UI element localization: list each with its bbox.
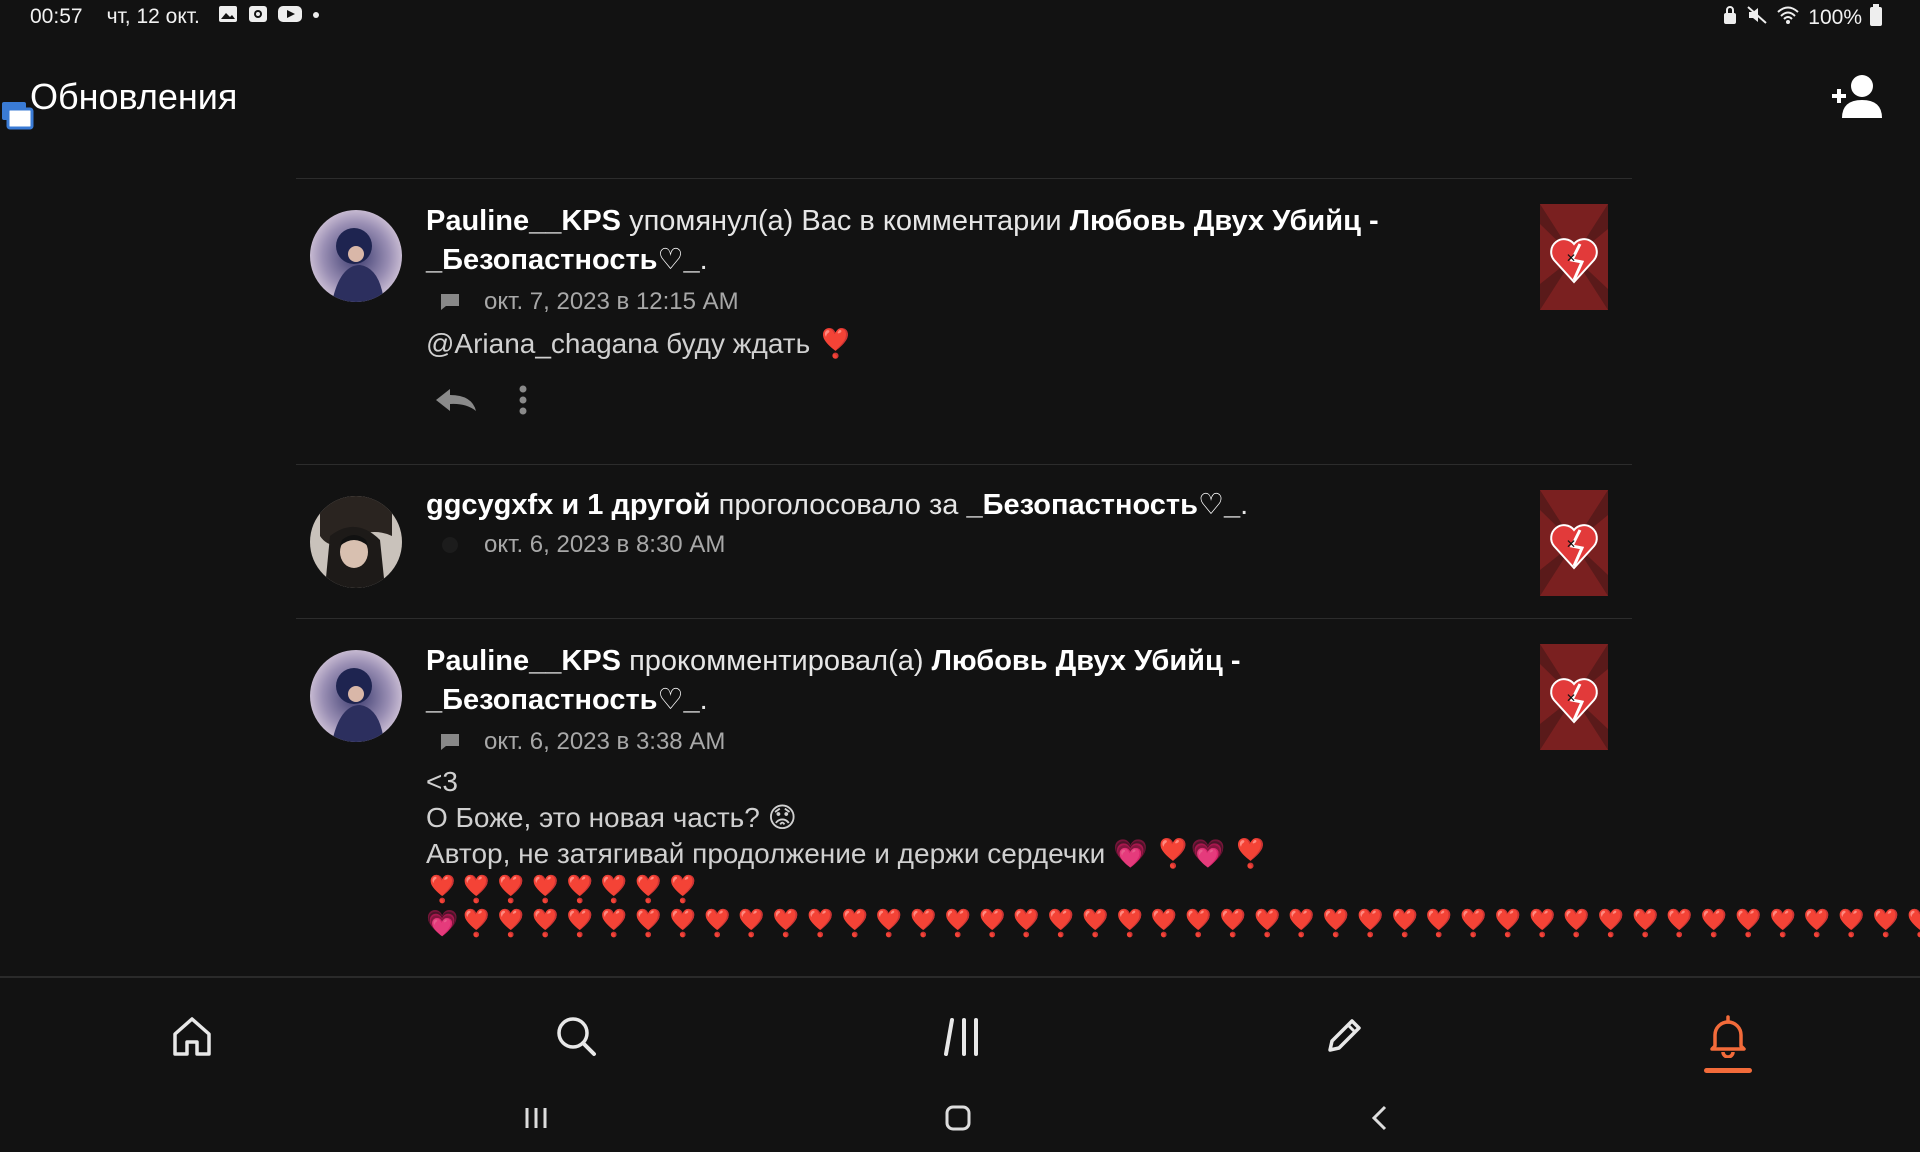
notification-time: окт. 7, 2023 в 12:15 AM: [484, 288, 739, 315]
notification-headline[interactable]: Pauline__KPS прокомментировал(а) Любовь …: [426, 642, 1526, 720]
status-date: чт, 12 окт.: [106, 5, 200, 28]
comment-text: <3 О Боже, это новая часть? 😟 Автор, не …: [426, 766, 1269, 869]
home-icon[interactable]: [162, 1006, 222, 1066]
notification-target[interactable]: _Безопастность♡_: [966, 489, 1240, 521]
story-cover-thumbnail[interactable]: ✕: [1540, 204, 1608, 310]
notification-end: .: [699, 244, 708, 276]
comment-icon: [440, 293, 462, 311]
notification-action: упомянул(а) Вас в комментарии: [621, 205, 1070, 237]
window-overlay-icon: [0, 100, 34, 135]
notification-headline[interactable]: ggcygxfx и 1 другой проголосовало за _Бе…: [426, 486, 1526, 525]
camera-icon: [248, 4, 268, 30]
bottom-navigation: [0, 978, 1920, 1088]
gallery-icon: [218, 4, 238, 30]
system-navigation-bar: [0, 1090, 1920, 1152]
notification-item[interactable]: Pauline__KPS прокомментировал(а) Любовь …: [296, 619, 1920, 969]
notification-end: .: [1240, 489, 1249, 521]
battery-icon: [1870, 4, 1882, 32]
notification-headline[interactable]: Pauline__KPS упомянул(а) Вас в комментар…: [426, 202, 1526, 280]
avatar[interactable]: [310, 210, 402, 302]
notification-end: .: [699, 684, 708, 716]
back-button[interactable]: [1366, 1104, 1394, 1137]
notification-user[interactable]: Pauline__KPS: [426, 645, 621, 677]
comment-text: @Ariana_chagana буду ждать ❣️: [426, 328, 853, 359]
comment-hearts: ❣️❣️❣️❣️❣️❣️❣️❣️💗❣️❣️❣️❣️❣️❣️❣️❣️❣️❣️❣️❣…: [426, 874, 1920, 938]
active-tab-indicator: [1704, 1068, 1752, 1073]
search-icon[interactable]: [546, 1006, 606, 1066]
notification-user[interactable]: ggcygxfx и 1 другой: [426, 489, 711, 521]
status-bar: 00:57 чт, 12 окт. 100%: [0, 0, 1920, 34]
svg-text:✕: ✕: [1566, 537, 1576, 551]
page-title: Обновления: [30, 76, 238, 117]
notification-action: проголосовало за: [710, 489, 967, 521]
notification-item[interactable]: Pauline__KPS упомянул(а) Вас в комментар…: [296, 179, 1632, 464]
recents-button[interactable]: [522, 1104, 550, 1137]
story-cover-thumbnail[interactable]: ✕: [1540, 644, 1608, 750]
avatar[interactable]: [310, 496, 402, 588]
reply-icon[interactable]: [434, 387, 478, 418]
add-user-icon[interactable]: [1828, 72, 1884, 125]
battery-text: 100%: [1808, 6, 1862, 29]
lock-icon: [1722, 5, 1738, 31]
notification-feed[interactable]: Pauline__KPS упомянул(а) Вас в комментар…: [296, 178, 1920, 969]
mute-icon: [1746, 5, 1768, 31]
library-icon[interactable]: [932, 1006, 992, 1066]
svg-text:✕: ✕: [1566, 691, 1576, 705]
notification-time: окт. 6, 2023 в 8:30 AM: [484, 531, 726, 558]
notification-item[interactable]: ggcygxfx и 1 другой проголосовало за _Бе…: [296, 465, 1632, 618]
home-button[interactable]: [944, 1104, 972, 1137]
notifications-icon[interactable]: [1698, 1006, 1758, 1066]
more-icon[interactable]: [518, 384, 528, 421]
youtube-icon: [277, 4, 302, 30]
comment-icon: [440, 733, 462, 751]
avatar[interactable]: [310, 650, 402, 742]
svg-text:✕: ✕: [1566, 251, 1576, 265]
notification-time: окт. 6, 2023 в 3:38 AM: [484, 728, 726, 755]
star-icon: [440, 535, 462, 555]
notification-action: прокомментировал(а): [621, 645, 932, 677]
wifi-icon: [1776, 5, 1800, 31]
status-time: 00:57: [30, 5, 83, 28]
notification-user[interactable]: Pauline__KPS: [426, 205, 621, 237]
write-icon[interactable]: [1314, 1006, 1374, 1066]
story-cover-thumbnail[interactable]: ✕: [1540, 490, 1608, 596]
app-header: Обновления: [0, 34, 1920, 144]
dot-icon: [312, 4, 320, 30]
